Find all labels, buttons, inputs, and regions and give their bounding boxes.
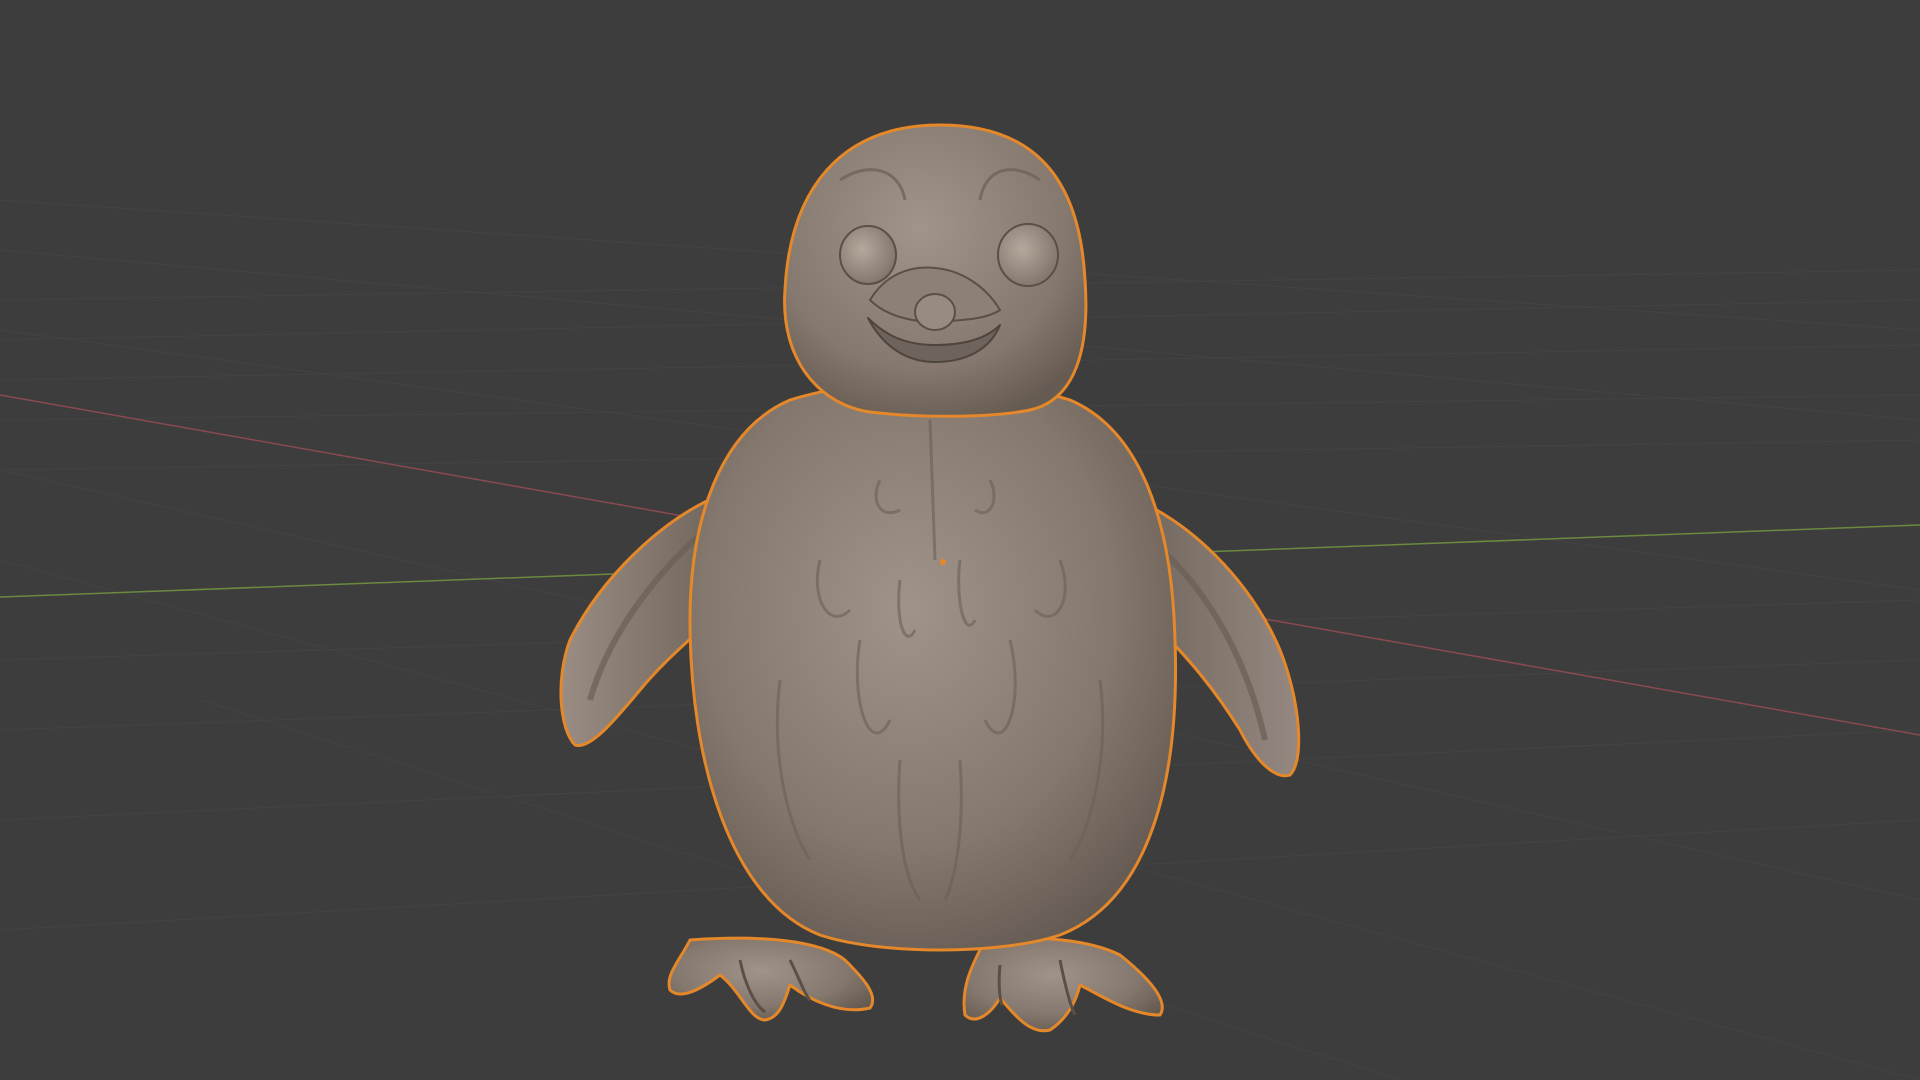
left-eye [839,225,897,285]
left-foot [667,936,875,1022]
right-eye [997,223,1059,287]
viewport-scene[interactable] [0,0,1920,1080]
object-origin-marker [940,559,946,565]
right-foot [962,936,1164,1033]
nose [914,293,956,331]
3d-viewport[interactable] [0,0,1920,1080]
penguin-model[interactable] [559,123,1301,1033]
